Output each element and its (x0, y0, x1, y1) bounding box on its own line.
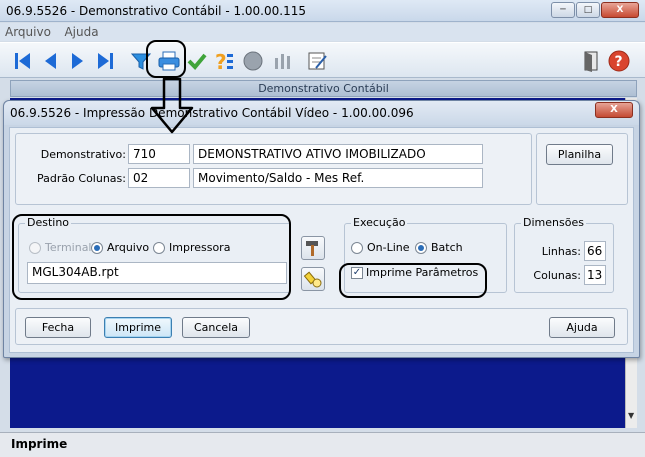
main-window-title: 06.9.5526 - Demonstrativo Contábil - 1.0… (6, 4, 306, 18)
colunas-label: Colunas: (533, 269, 581, 282)
config-button[interactable] (301, 267, 325, 291)
dimensoes-legend: Dimensões (521, 216, 586, 229)
menu-ajuda[interactable]: Ajuda (59, 23, 103, 41)
main-title-bar: 06.9.5526 - Demonstrativo Contábil - 1.0… (0, 0, 645, 22)
exit-door-icon[interactable] (578, 48, 604, 74)
dialog-title-bar: 06.9.5526 - Impressão Demonstrativo Cont… (4, 101, 639, 125)
file-select-button[interactable] (301, 236, 325, 260)
menu-arquivo[interactable]: Arquivo (0, 23, 56, 41)
check-icon[interactable] (184, 48, 210, 74)
annotation-imprime-parametros-highlight (339, 263, 487, 298)
dimensoes-group: Dimensões Linhas: 66 Colunas: 13 (514, 216, 614, 293)
linhas-label: Linhas: (541, 245, 581, 258)
hammer-icon (306, 241, 318, 256)
toolbar: ? ? (0, 42, 645, 78)
last-icon[interactable] (92, 48, 118, 74)
demonstrativo-code-field[interactable]: 710 (128, 144, 190, 164)
button-bar: Fecha Imprime Cancela Ajuda (15, 308, 628, 345)
imprime-button[interactable]: Imprime (104, 317, 172, 338)
scroll-down-icon[interactable]: ▼ (628, 411, 634, 420)
dialog-close-button[interactable]: X (595, 102, 633, 118)
dialog-title: 06.9.5526 - Impressão Demonstrativo Cont… (10, 106, 414, 120)
svg-text:?: ? (615, 54, 623, 70)
annotation-destino-highlight (12, 214, 291, 300)
status-bar: Imprime (0, 432, 645, 457)
ajuda-button[interactable]: Ajuda (549, 317, 615, 338)
colunas-field[interactable]: 13 (584, 265, 606, 285)
next-icon[interactable] (64, 48, 90, 74)
help-icon[interactable]: ? (606, 48, 632, 74)
notepad-icon[interactable] (304, 48, 330, 74)
first-icon[interactable] (10, 48, 36, 74)
globe-icon[interactable] (240, 48, 266, 74)
demonstrativo-desc-field: DEMONSTRATIVO ATIVO IMOBILIZADO (193, 144, 483, 164)
flashlight-icon (303, 271, 322, 288)
fecha-button[interactable]: Fecha (25, 317, 91, 338)
status-text: Imprime (11, 437, 68, 451)
padrao-colunas-desc-field: Movimento/Saldo - Mes Ref. (193, 168, 483, 188)
subheader: Demonstrativo Contábil (10, 80, 637, 97)
chart-icon[interactable] (270, 48, 296, 74)
execucao-legend: Execução (351, 216, 408, 229)
previous-icon[interactable] (37, 48, 63, 74)
demonstrativo-label: Demonstrativo: (40, 148, 126, 161)
linhas-field[interactable]: 66 (584, 241, 606, 261)
planilha-panel: Planilha (536, 133, 628, 205)
svg-text:?: ? (215, 50, 227, 74)
padrao-colunas-code-field[interactable]: 02 (128, 168, 190, 188)
padrao-colunas-label: Padrão Colunas: (37, 172, 126, 185)
radio-online[interactable]: On-Line (351, 241, 410, 254)
close-button[interactable]: X (601, 2, 639, 18)
radio-batch[interactable]: Batch (415, 241, 463, 254)
help-query-icon[interactable]: ? (211, 48, 237, 74)
minimize-button[interactable]: ─ (551, 2, 575, 18)
cancela-button[interactable]: Cancela (182, 317, 250, 338)
annotation-printer-highlight (146, 40, 186, 78)
selection-panel: Demonstrativo: 710 DEMONSTRATIVO ATIVO I… (15, 133, 532, 205)
annotation-arrow (150, 78, 194, 134)
menu-bar: Arquivo Ajuda (0, 23, 645, 41)
maximize-button[interactable]: □ (576, 2, 600, 18)
planilha-button[interactable]: Planilha (546, 144, 613, 165)
